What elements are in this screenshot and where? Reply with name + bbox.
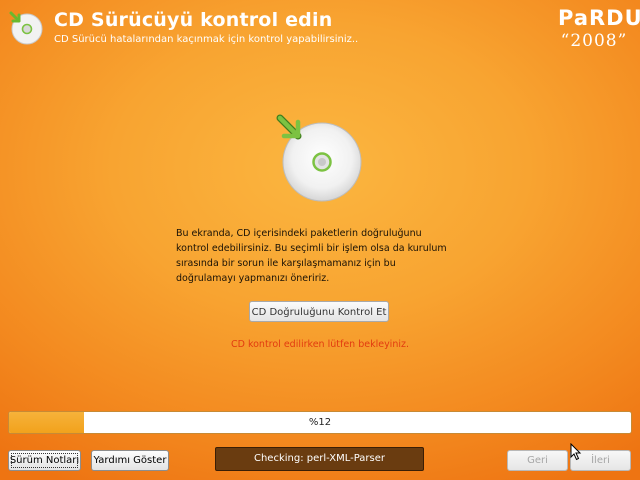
page-subtitle: CD Sürücü hatalarından kaçınmak için kon… [54,34,359,45]
logo-year: “2008” [560,31,628,51]
description-text: Bu ekranda, CD içerisindeki paketlerin d… [176,228,447,284]
progress-label: %12 [308,417,332,428]
cd-check-icon [9,11,43,45]
checking-status: Checking: perl-XML-Parser [215,447,424,471]
mouse-cursor-icon [570,443,582,461]
cd-check-icon [276,114,362,202]
logo-brand: PaRDUS [558,6,640,30]
back-button[interactable]: Geri [507,450,568,471]
pardus-logo: PaRDUS “2008” [558,6,640,58]
release-notes-button[interactable]: Sürüm Notları [8,450,81,471]
show-help-button[interactable]: Yardımı Göster [91,450,169,471]
progress-bar: %12 [8,411,632,434]
page-title: CD Sürücüyü kontrol edin [54,9,333,31]
status-message: CD kontrol edilirken lütfen bekleyiniz. [230,339,409,350]
verify-cd-button[interactable]: CD Doğruluğunu Kontrol Et [249,301,389,322]
